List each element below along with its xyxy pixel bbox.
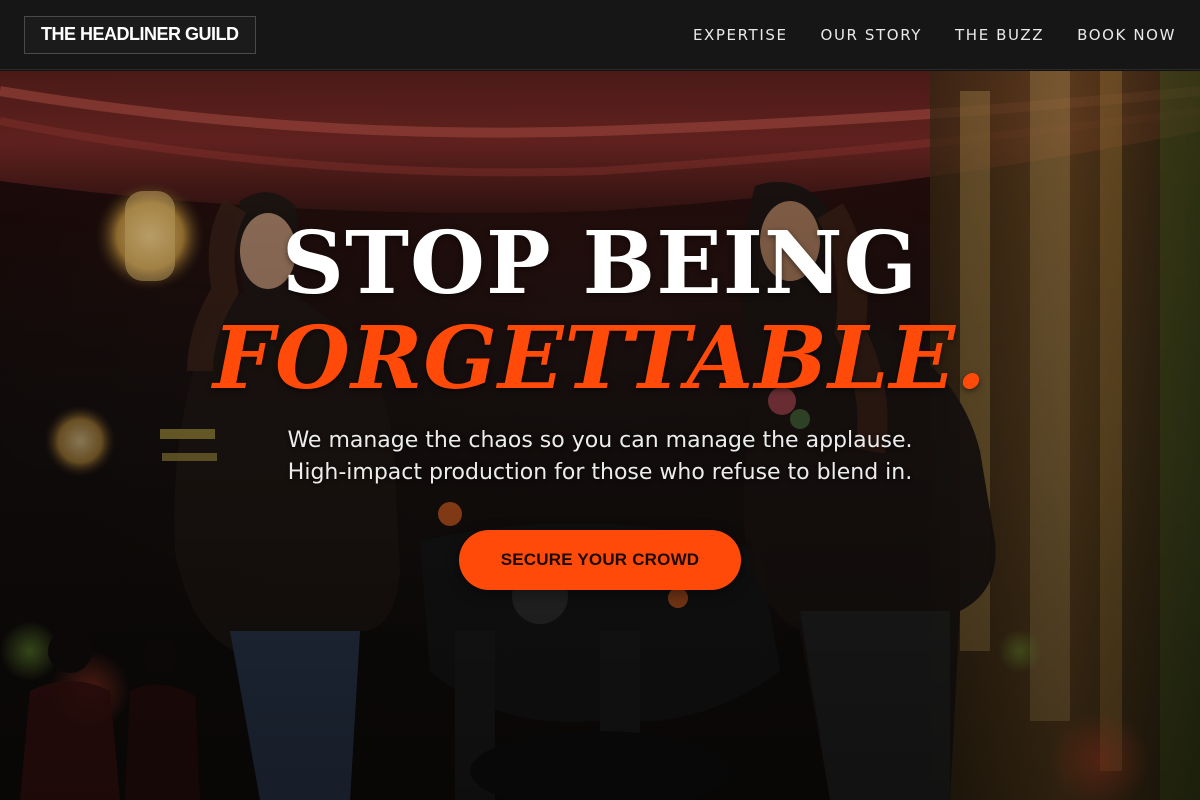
nav-link-book-now[interactable]: BOOK NOW	[1077, 26, 1176, 44]
hero-subtitle-line-2: High-impact production for those who ref…	[287, 460, 913, 485]
hero-section: STOP BEING FORGETTABLE. We manage the ch…	[0, 71, 1200, 800]
top-navigation-bar: THE HEADLINER GUILD EXPERTISE OUR STORY …	[0, 0, 1200, 70]
hero-subtitle-line-1: We manage the chaos so you can manage th…	[287, 428, 913, 453]
nav-link-our-story[interactable]: OUR STORY	[821, 26, 923, 44]
brand-logo[interactable]: THE HEADLINER GUILD	[24, 15, 256, 54]
hero-content: STOP BEING FORGETTABLE. We manage the ch…	[0, 71, 1200, 800]
main-nav: EXPERTISE OUR STORY THE BUZZ BOOK NOW	[693, 26, 1176, 44]
hero-headline-line-2: FORGETTABLE.	[212, 308, 988, 409]
nav-link-expertise[interactable]: EXPERTISE	[693, 26, 788, 44]
nav-link-the-buzz[interactable]: THE BUZZ	[955, 26, 1044, 44]
hero-headline-line-1: STOP BEING	[281, 213, 919, 314]
secure-your-crowd-button[interactable]: SECURE YOUR CROWD	[459, 530, 741, 590]
